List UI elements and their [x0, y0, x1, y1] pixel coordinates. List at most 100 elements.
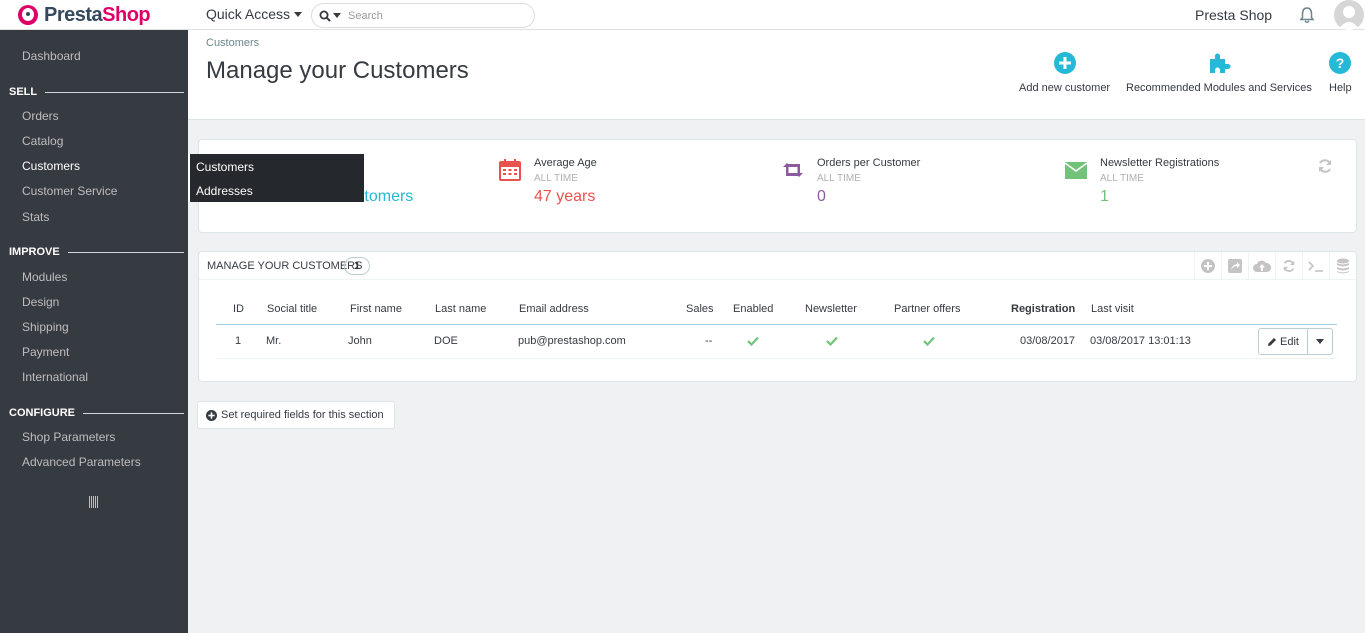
sql-query-tool-button[interactable]	[1302, 252, 1329, 280]
help-label: Help	[1329, 82, 1352, 94]
cell-registration: 03/08/2017	[1020, 335, 1076, 347]
header-divider	[216, 324, 1337, 325]
svg-text:?: ?	[1336, 55, 1345, 71]
cell-email: pub@prestashop.com	[518, 335, 626, 347]
search-type-button[interactable]	[312, 4, 348, 27]
cell-last-visit: 03/08/2017 13:01:13	[1090, 335, 1191, 347]
set-required-fields-label: Set required fields for this section	[221, 409, 384, 421]
export-tool-button[interactable]	[1221, 252, 1248, 280]
plus-circle-icon	[1053, 52, 1076, 74]
submenu-item-addresses[interactable]: Addresses	[196, 184, 253, 198]
help-icon: ?	[1329, 52, 1352, 74]
cell-first-name: John	[348, 335, 372, 347]
count-badge: 1	[344, 257, 370, 275]
search-icon	[319, 10, 331, 22]
column-header-last-visit[interactable]: Last visit	[1091, 303, 1134, 315]
sidebar-section-configure: CONFIGURE	[9, 407, 184, 419]
sidebar-item-design[interactable]: Design	[22, 295, 59, 309]
recommended-modules-button[interactable]: Recommended Modules and Services	[1126, 50, 1312, 94]
column-header-partner-offers[interactable]: Partner offers	[894, 303, 960, 315]
row-actions-dropdown[interactable]	[1308, 329, 1332, 354]
logo-icon	[18, 5, 38, 25]
sidebar-item-dashboard[interactable]: Dashboard	[22, 49, 81, 63]
sidebar-item-modules[interactable]: Modules	[22, 270, 67, 284]
cell-id: 1	[235, 335, 242, 347]
breadcrumb[interactable]: Customers	[206, 37, 259, 49]
panel-tools	[1194, 252, 1356, 280]
database-tool-button[interactable]	[1329, 252, 1356, 280]
page-title: Manage your Customers	[206, 57, 469, 84]
column-header-social-title[interactable]: Social title	[267, 303, 317, 315]
envelope-icon	[1064, 162, 1088, 179]
refresh-tool-button[interactable]	[1275, 252, 1302, 280]
share-icon	[1228, 259, 1242, 273]
panel-heading: MANAGE YOUR CUSTOMERS 1	[199, 252, 1356, 280]
add-tool-button[interactable]	[1194, 252, 1221, 280]
partner-offers-check-icon[interactable]	[923, 336, 935, 346]
customers-table-panel: MANAGE YOUR CUSTOMERS 1 ID Social title …	[198, 251, 1357, 382]
shop-name-link[interactable]: Presta Shop	[1195, 7, 1272, 23]
column-header-sales[interactable]: Sales	[686, 303, 714, 315]
enabled-check-icon[interactable]	[747, 336, 759, 346]
kpi-orders-value: 0	[817, 188, 826, 205]
sidebar-item-shop-parameters[interactable]: Shop Parameters	[22, 430, 115, 444]
column-header-email[interactable]: Email address	[519, 303, 589, 315]
collapse-sidebar-icon[interactable]	[89, 496, 99, 508]
kpi-orders-title: Orders per Customer	[817, 157, 921, 169]
cell-sales: --	[705, 335, 713, 347]
edit-button[interactable]: Edit	[1259, 329, 1308, 354]
caret-down-icon	[294, 11, 303, 17]
newsletter-check-icon[interactable]	[826, 336, 838, 346]
sidebar-item-stats[interactable]: Stats	[22, 210, 49, 224]
prestashop-logo[interactable]: PrestaShop	[18, 3, 151, 27]
kpi-newsletter-title: Newsletter Registrations	[1100, 157, 1220, 169]
column-header-first-name[interactable]: First name	[350, 303, 402, 315]
row-divider	[216, 358, 1337, 359]
kpi-age-title: Average Age	[534, 157, 597, 169]
page-header: Customers Manage your Customers Add new …	[188, 30, 1365, 120]
recommended-modules-label: Recommended Modules and Services	[1126, 82, 1312, 94]
avatar[interactable]	[1334, 0, 1364, 30]
kpi-age-value: 47 years	[534, 188, 596, 205]
kpi-newsletter-value: 1	[1100, 188, 1109, 205]
column-header-last-name[interactable]: Last name	[435, 303, 486, 315]
sidebar-item-customers[interactable]: Customers	[22, 159, 80, 173]
quick-access-dropdown[interactable]: Quick Access	[206, 6, 303, 22]
refresh-icon	[1283, 260, 1295, 272]
submenu-item-customers[interactable]: Customers	[196, 160, 254, 174]
puzzle-icon	[1209, 53, 1231, 73]
search-box	[311, 3, 535, 28]
column-header-id[interactable]: ID	[233, 303, 244, 315]
kpi-row: 100% male customers Average Age ALL TIME…	[198, 139, 1357, 233]
database-icon	[1337, 258, 1349, 274]
help-button[interactable]: ? Help	[1329, 50, 1352, 94]
edit-label: Edit	[1280, 335, 1299, 348]
search-input[interactable]	[348, 5, 518, 26]
caret-down-icon	[333, 13, 341, 18]
retweet-icon	[783, 163, 803, 177]
bell-icon[interactable]	[1299, 6, 1315, 24]
sidebar-item-shipping[interactable]: Shipping	[22, 320, 69, 334]
sidebar-item-international[interactable]: International	[22, 370, 88, 384]
sidebar-item-orders[interactable]: Orders	[22, 109, 59, 123]
sidebar-item-payment[interactable]: Payment	[22, 345, 69, 359]
kpi-age-sub: ALL TIME	[534, 173, 578, 184]
column-header-enabled[interactable]: Enabled	[733, 303, 773, 315]
set-required-fields-button[interactable]: Set required fields for this section	[197, 401, 395, 429]
sidebar-item-customer-service[interactable]: Customer Service	[22, 184, 117, 198]
refresh-icon[interactable]	[1317, 158, 1333, 174]
top-bar: PrestaShop Quick Access Presta Shop	[0, 0, 1365, 30]
caret-down-icon	[1316, 339, 1324, 344]
cell-last-name: DOE	[434, 335, 458, 347]
logo-text: PrestaShop	[44, 3, 151, 26]
quick-access-label: Quick Access	[206, 6, 291, 22]
sidebar-item-catalog[interactable]: Catalog	[22, 134, 63, 148]
sidebar-item-advanced-parameters[interactable]: Advanced Parameters	[22, 455, 141, 469]
panel-title: MANAGE YOUR CUSTOMERS	[207, 260, 363, 272]
add-new-customer-button[interactable]: Add new customer	[1019, 50, 1110, 94]
import-tool-button[interactable]	[1248, 252, 1275, 280]
calendar-icon	[499, 159, 521, 181]
plus-circle-icon	[1201, 259, 1215, 273]
column-header-registration[interactable]: Registration	[1011, 303, 1075, 315]
column-header-newsletter[interactable]: Newsletter	[805, 303, 857, 315]
